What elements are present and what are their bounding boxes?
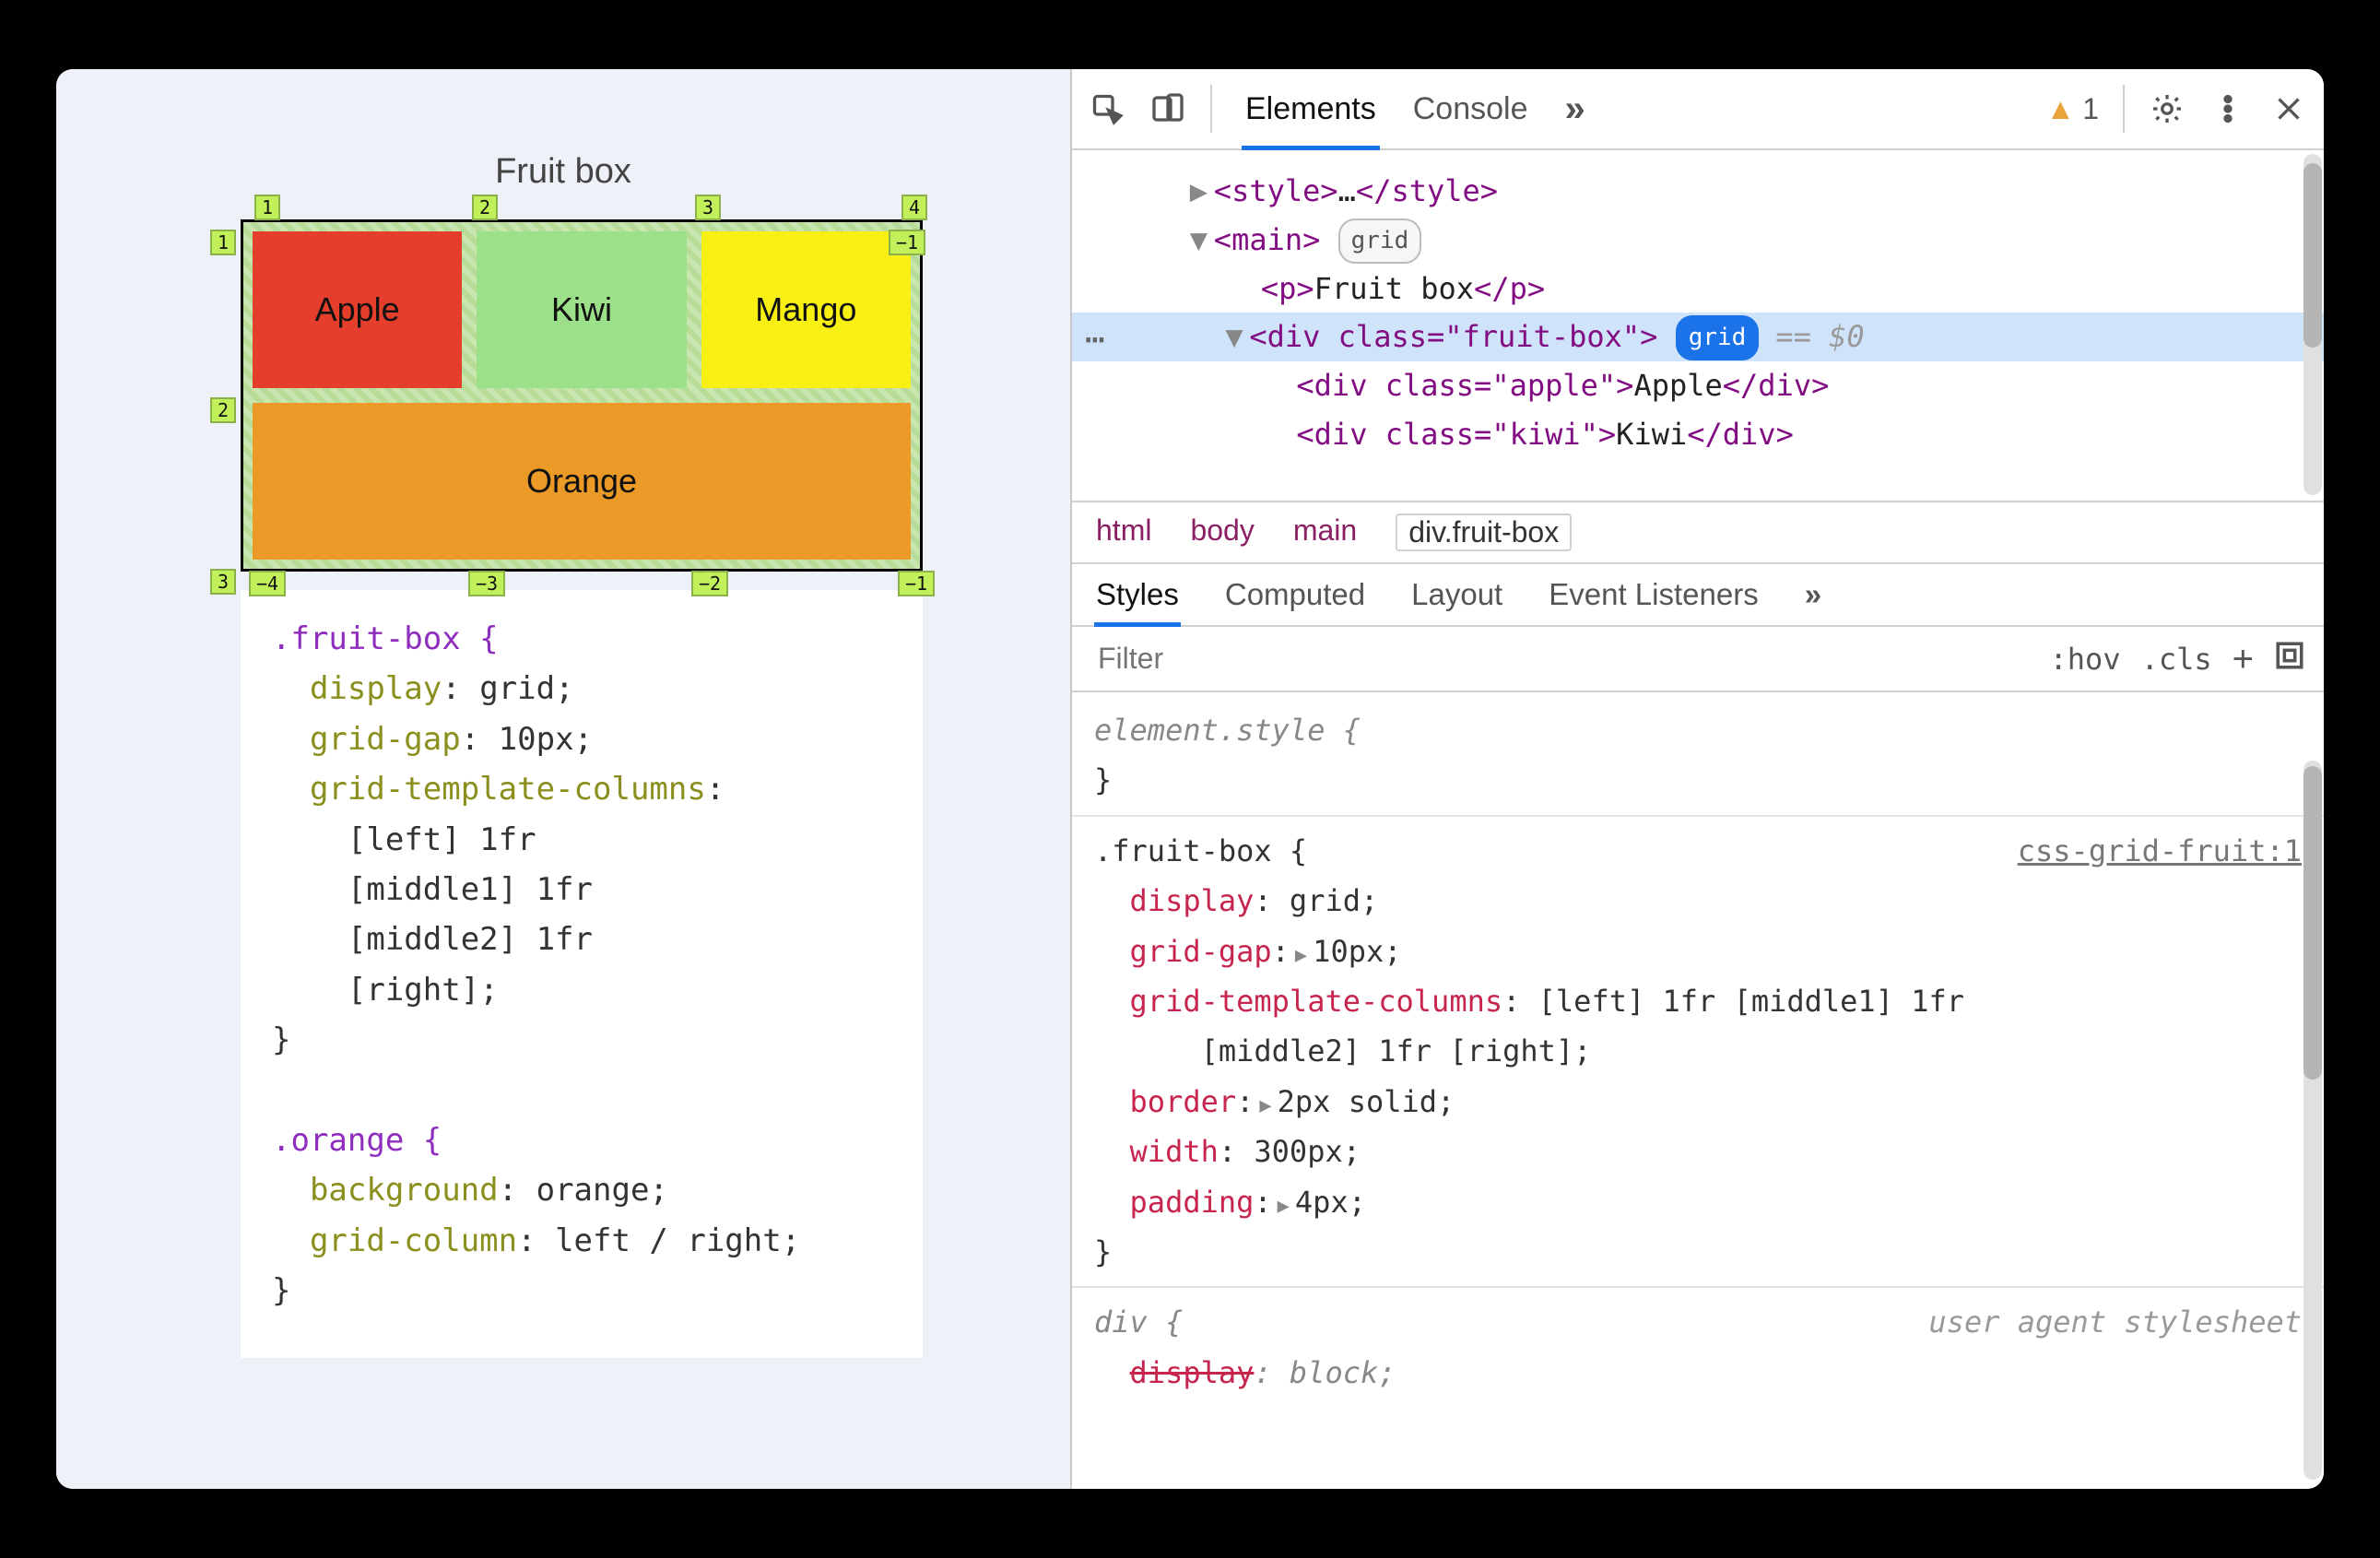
snippet-brace-1: }: [272, 1021, 290, 1058]
grid-badge-active[interactable]: grid: [1676, 315, 1760, 360]
grid-col-top-4: 4: [901, 195, 927, 220]
close-icon[interactable]: [2270, 92, 2307, 125]
styles-filter-input[interactable]: [1090, 636, 2030, 681]
rule-element-style[interactable]: element.style {: [1094, 713, 1361, 748]
rule-source-link[interactable]: css-grid-fruit:1: [2018, 826, 2302, 876]
dom-tree[interactable]: ▶<style>…</style> ▼<main> grid <p>Fruit …: [1072, 150, 2324, 501]
tab-console[interactable]: Console: [1413, 69, 1528, 148]
subtab-layout[interactable]: Layout: [1411, 577, 1502, 625]
expand-icon[interactable]: ▶: [1259, 1089, 1271, 1123]
styles-subtabs: Styles Computed Layout Event Listeners »: [1072, 562, 2324, 627]
grid-row-left-3: 3: [210, 569, 236, 595]
tab-elements[interactable]: Elements: [1245, 69, 1376, 148]
subtabs-overflow[interactable]: »: [1805, 577, 1821, 625]
page-preview-pane: Fruit box Apple Kiwi Mango Orange 1 2 3 …: [56, 69, 1070, 1489]
computed-box-icon[interactable]: [2274, 640, 2305, 679]
toolbar-divider-2: [2123, 85, 2125, 133]
dom-node-kiwi[interactable]: <div class="kiwi">Kiwi</div>: [1137, 410, 2305, 459]
styles-rules-pane[interactable]: element.style { } .fruit-box { css-grid-…: [1072, 692, 2324, 1410]
dom-node-p[interactable]: <p>Fruit box</p>: [1137, 265, 2305, 313]
subtab-computed[interactable]: Computed: [1225, 577, 1365, 625]
bc-fruitbox[interactable]: div.fruit-box: [1396, 513, 1572, 551]
rule-selector-fruitbox[interactable]: .fruit-box {: [1094, 826, 1307, 876]
grid-badge[interactable]: grid: [1338, 218, 1422, 264]
devtools-pane: Elements Console » ▲ 1 ▶<style>…</style: [1070, 69, 2324, 1489]
snippet-brace-2: }: [272, 1272, 290, 1309]
source-css-snippet: .fruit-box { display: grid; grid-gap: 10…: [241, 590, 923, 1358]
grid-overlay-wrap: Apple Kiwi Mango Orange 1 2 3 4 1 2 3 −1…: [241, 219, 923, 572]
snippet-selector-2: .orange {: [272, 1122, 442, 1159]
bc-html[interactable]: html: [1096, 513, 1151, 551]
grid-col-bot-3: −2: [691, 571, 728, 596]
dom-node-fruitbox-selected[interactable]: ▼<div class="fruit-box"> grid== $0: [1072, 313, 2324, 361]
grid-col-bot-1: −4: [249, 571, 286, 596]
styles-scrollbar[interactable]: [2303, 761, 2322, 1480]
grid-row-left-2: 2: [210, 397, 236, 423]
grid-right-neg1: −1: [889, 230, 925, 255]
dom-node-apple[interactable]: <div class="apple">Apple</div>: [1137, 361, 2305, 410]
breadcrumb: html body main div.fruit-box: [1072, 501, 2324, 562]
dom-node-main[interactable]: ▼<main> grid: [1137, 216, 2305, 265]
gear-icon[interactable]: [2149, 92, 2186, 125]
grid-col-top-3: 3: [695, 195, 721, 220]
styles-filter-row: :hov .cls +: [1072, 627, 2324, 692]
devtools-window: Fruit box Apple Kiwi Mango Orange 1 2 3 …: [56, 69, 2324, 1489]
inspect-icon[interactable]: [1089, 92, 1125, 125]
snippet-selector-1: .fruit-box {: [272, 620, 499, 657]
fruit-box-grid[interactable]: Apple Kiwi Mango Orange 1 2 3 4 1 2 3 −1…: [241, 219, 923, 572]
device-toggle-icon[interactable]: [1149, 92, 1186, 125]
cell-apple[interactable]: Apple: [253, 231, 462, 388]
grid-col-top-2: 2: [472, 195, 498, 220]
cell-orange[interactable]: Orange: [253, 403, 911, 560]
cell-mango[interactable]: Mango: [701, 231, 911, 388]
warnings-count: 1: [2082, 92, 2099, 126]
bc-body[interactable]: body: [1190, 513, 1254, 551]
warnings-badge[interactable]: ▲ 1: [2046, 92, 2099, 126]
grid-col-bot-4: −1: [898, 571, 935, 596]
tabs-overflow[interactable]: »: [1564, 69, 1585, 148]
bc-main[interactable]: main: [1293, 513, 1357, 551]
toolbar-divider: [1210, 85, 1212, 133]
warning-icon: ▲: [2046, 92, 2076, 126]
page-title: Fruit box: [495, 152, 631, 192]
cls-toggle[interactable]: .cls: [2141, 642, 2212, 677]
rule-source-ua: user agent stylesheet: [1928, 1297, 2302, 1347]
subtab-styles[interactable]: Styles: [1096, 577, 1179, 625]
dom-node-style[interactable]: ▶<style>…</style>: [1137, 167, 2305, 216]
grid-col-bot-2: −3: [468, 571, 505, 596]
cell-kiwi[interactable]: Kiwi: [477, 231, 686, 388]
rule-selector-div[interactable]: div {: [1094, 1297, 1183, 1347]
kebab-menu-icon[interactable]: [2209, 92, 2246, 125]
dollar-zero: == $0: [1775, 319, 1864, 354]
new-rule-button[interactable]: +: [2233, 650, 2254, 668]
devtools-tabs: Elements Console »: [1245, 69, 1585, 148]
grid-row-left-1: 1: [210, 230, 236, 255]
dom-scrollbar[interactable]: [2303, 154, 2322, 495]
expand-icon[interactable]: ▶: [1295, 938, 1307, 973]
grid-col-top-1: 1: [254, 195, 280, 220]
subtab-eventlisteners[interactable]: Event Listeners: [1549, 577, 1758, 625]
expand-icon[interactable]: ▶: [1278, 1189, 1290, 1223]
devtools-toolbar: Elements Console » ▲ 1: [1072, 69, 2324, 150]
hov-toggle[interactable]: :hov: [2050, 642, 2121, 677]
